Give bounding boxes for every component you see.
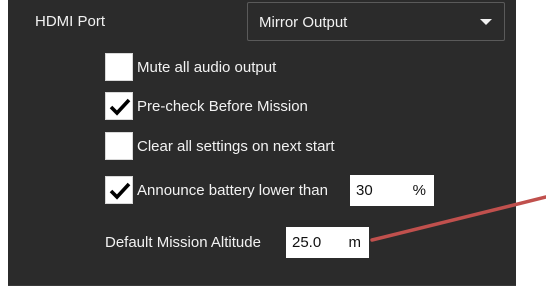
precheck-checkbox[interactable] — [105, 92, 133, 120]
battery-threshold-unit: % — [412, 182, 426, 199]
default-altitude-field[interactable]: 25.0 m — [286, 227, 369, 258]
hdmi-port-label: HDMI Port — [35, 13, 106, 30]
clear-settings-label: Clear all settings on next start — [137, 138, 335, 155]
battery-threshold-field[interactable]: 30 % — [350, 175, 434, 206]
battery-announce-label: Announce battery lower than — [137, 182, 328, 199]
chevron-down-icon — [480, 19, 492, 25]
default-altitude-label: Default Mission Altitude — [105, 234, 261, 251]
clear-settings-checkbox[interactable] — [105, 132, 133, 160]
checkmark-icon — [109, 98, 131, 116]
hdmi-port-selected-value: Mirror Output — [259, 14, 348, 31]
mute-audio-label: Mute all audio output — [137, 59, 277, 76]
precheck-label: Pre-check Before Mission — [137, 98, 308, 115]
default-altitude-value: 25.0 — [292, 234, 322, 251]
checkmark-icon — [109, 182, 131, 200]
battery-announce-checkbox[interactable] — [105, 176, 133, 204]
default-altitude-unit: m — [348, 234, 362, 251]
mute-audio-checkbox[interactable] — [105, 53, 133, 81]
battery-threshold-value: 30 — [356, 182, 373, 199]
settings-panel: HDMI Port Mirror Output Mute all audio o… — [8, 0, 516, 286]
hdmi-port-select[interactable]: Mirror Output — [247, 2, 505, 41]
